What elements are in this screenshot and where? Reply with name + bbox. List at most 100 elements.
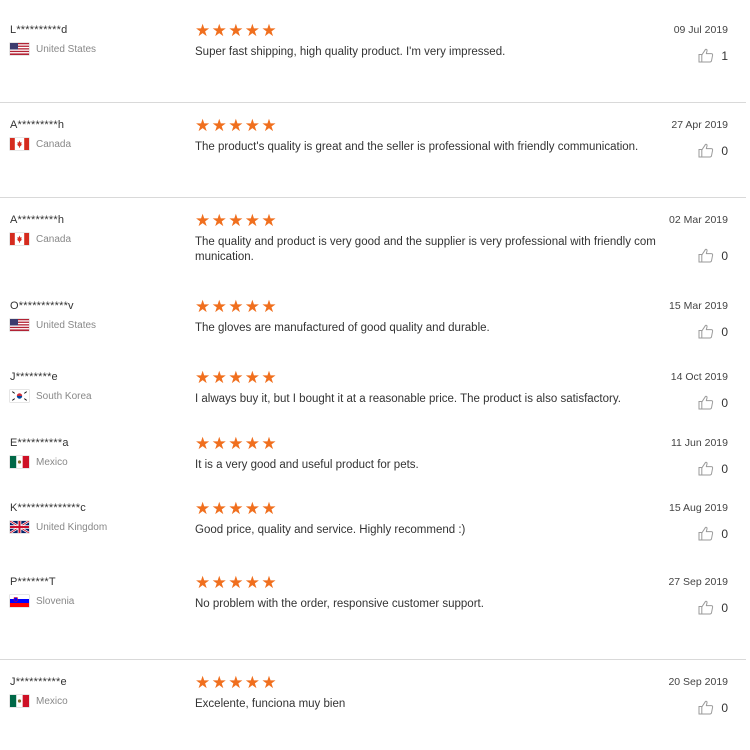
reviewer-country: South Korea xyxy=(10,390,92,402)
flag-ca-icon xyxy=(10,233,29,245)
star-icon: ★ xyxy=(261,499,277,518)
star-icon: ★ xyxy=(228,499,244,518)
reviewer-name: P*******T xyxy=(10,576,56,588)
review-date: 27 Sep 2019 xyxy=(668,576,728,588)
like-count: 1 xyxy=(721,48,728,63)
star-icon: ★ xyxy=(261,434,277,453)
reviewer-country: Mexico xyxy=(10,695,68,707)
helpful-button[interactable]: 0 xyxy=(698,526,728,541)
review-item: J********e South Korea ★ ★ ★ ★ ★ I always buy … xyxy=(0,369,750,431)
review-divider xyxy=(0,659,746,660)
country-label: United States xyxy=(36,319,97,331)
review-date: 20 Sep 2019 xyxy=(668,676,728,688)
star-icon: ★ xyxy=(211,499,227,518)
review-divider xyxy=(0,197,746,198)
star-icon: ★ xyxy=(228,21,244,40)
reviewer-name: A*********h xyxy=(10,119,65,131)
flag-mx-icon xyxy=(10,456,29,468)
review-comment: No problem with the order, responsive cu… xyxy=(195,598,484,610)
review-date: 09 Jul 2019 xyxy=(673,24,728,36)
country-label: Slovenia xyxy=(36,595,75,607)
thumbs-up-icon[interactable] xyxy=(698,324,714,339)
review-comment: Excelente, funciona muy bien xyxy=(195,698,346,710)
review-date: 11 Jun 2019 xyxy=(670,437,728,449)
helpful-button[interactable]: 0 xyxy=(698,461,728,476)
reviewer-name: E**********a xyxy=(10,437,69,449)
star-icon: ★ xyxy=(261,297,277,316)
helpful-button[interactable]: 0 xyxy=(698,700,728,715)
reviewer-country: Mexico xyxy=(10,456,68,468)
country-label: Mexico xyxy=(36,695,68,707)
star-icon: ★ xyxy=(211,673,227,692)
like-count: 0 xyxy=(721,526,728,541)
star-icon: ★ xyxy=(228,673,244,692)
star-icon: ★ xyxy=(244,368,261,387)
star-icon: ★ xyxy=(244,21,261,40)
star-icon: ★ xyxy=(211,21,227,40)
flag-mx-icon xyxy=(10,695,29,707)
review-date: 02 Mar 2019 xyxy=(669,214,728,226)
helpful-button[interactable]: 0 xyxy=(698,248,728,263)
star-icon: ★ xyxy=(195,368,211,387)
thumbs-up-icon[interactable] xyxy=(698,600,714,615)
country-label: United States xyxy=(36,43,97,55)
star-rating: ★ ★ ★ ★ ★ xyxy=(195,22,278,39)
star-icon: ★ xyxy=(228,211,244,230)
flag-kr-icon xyxy=(10,390,29,402)
review-item: E**********a Mexico ★ ★ ★ ★ ★ It is a very goo… xyxy=(0,435,750,497)
reviewer-name: J********e xyxy=(10,371,58,383)
review-item: P*******T Slovenia ★ ★ ★ ★ ★ No problem with t… xyxy=(0,573,750,636)
reviewer-country: Canada xyxy=(10,138,71,150)
star-icon: ★ xyxy=(261,211,277,230)
star-icon: ★ xyxy=(211,297,227,316)
thumbs-up-icon[interactable] xyxy=(698,143,714,158)
star-icon: ★ xyxy=(195,434,211,453)
star-icon: ★ xyxy=(228,573,244,592)
review-item: J**********e Mexico ★ ★ ★ ★ ★ Excelente, funci… xyxy=(0,674,750,736)
helpful-button[interactable]: 0 xyxy=(698,395,728,410)
review-comment: I always buy it, but I bought it at a re… xyxy=(195,393,621,405)
star-icon: ★ xyxy=(244,573,261,592)
star-rating: ★ ★ ★ ★ ★ xyxy=(195,298,278,315)
helpful-button[interactable]: 1 xyxy=(698,48,728,63)
review-item: L**********d United States ★ ★ ★ ★ ★ Super fas… xyxy=(0,22,750,84)
star-icon: ★ xyxy=(228,368,244,387)
star-icon: ★ xyxy=(195,297,211,316)
star-rating: ★ ★ ★ ★ ★ xyxy=(195,117,278,134)
star-icon: ★ xyxy=(211,211,227,230)
thumbs-up-icon[interactable] xyxy=(698,395,714,410)
thumbs-up-icon[interactable] xyxy=(698,461,714,476)
reviewer-name: A*********h xyxy=(10,214,65,226)
star-icon: ★ xyxy=(195,116,211,135)
star-rating: ★ ★ ★ ★ ★ xyxy=(195,369,278,386)
flag-si-icon xyxy=(10,595,29,607)
review-date: 15 Aug 2019 xyxy=(669,502,728,514)
star-icon: ★ xyxy=(195,21,211,40)
reviewer-country: United Kingdom xyxy=(10,521,107,533)
star-rating: ★ ★ ★ ★ ★ xyxy=(195,435,278,452)
star-icon: ★ xyxy=(261,673,277,692)
reviewer-country: United States xyxy=(10,43,96,55)
like-count: 0 xyxy=(721,248,728,263)
reviewer-country: United States xyxy=(10,319,96,331)
star-rating: ★ ★ ★ ★ ★ xyxy=(195,674,278,691)
flag-ca-icon xyxy=(10,138,29,150)
review-item: O***********v United States ★ ★ ★ ★ ★ The glov… xyxy=(0,298,750,360)
star-icon: ★ xyxy=(195,673,211,692)
thumbs-up-icon[interactable] xyxy=(698,526,714,541)
thumbs-up-icon[interactable] xyxy=(698,700,714,715)
thumbs-up-icon[interactable] xyxy=(698,248,714,263)
review-comment: Super fast shipping, high quality produc… xyxy=(195,46,506,58)
thumbs-up-icon[interactable] xyxy=(698,48,714,63)
star-icon: ★ xyxy=(228,434,244,453)
review-date: 27 Apr 2019 xyxy=(671,119,728,131)
like-count: 0 xyxy=(721,461,728,476)
reviewer-country: Canada xyxy=(10,233,71,245)
like-count: 0 xyxy=(721,700,728,715)
helpful-button[interactable]: 0 xyxy=(698,600,728,615)
helpful-button[interactable]: 0 xyxy=(698,324,728,339)
country-label: Mexico xyxy=(36,456,68,468)
star-icon: ★ xyxy=(261,116,277,135)
helpful-button[interactable]: 0 xyxy=(698,143,728,158)
like-count: 0 xyxy=(721,324,728,339)
